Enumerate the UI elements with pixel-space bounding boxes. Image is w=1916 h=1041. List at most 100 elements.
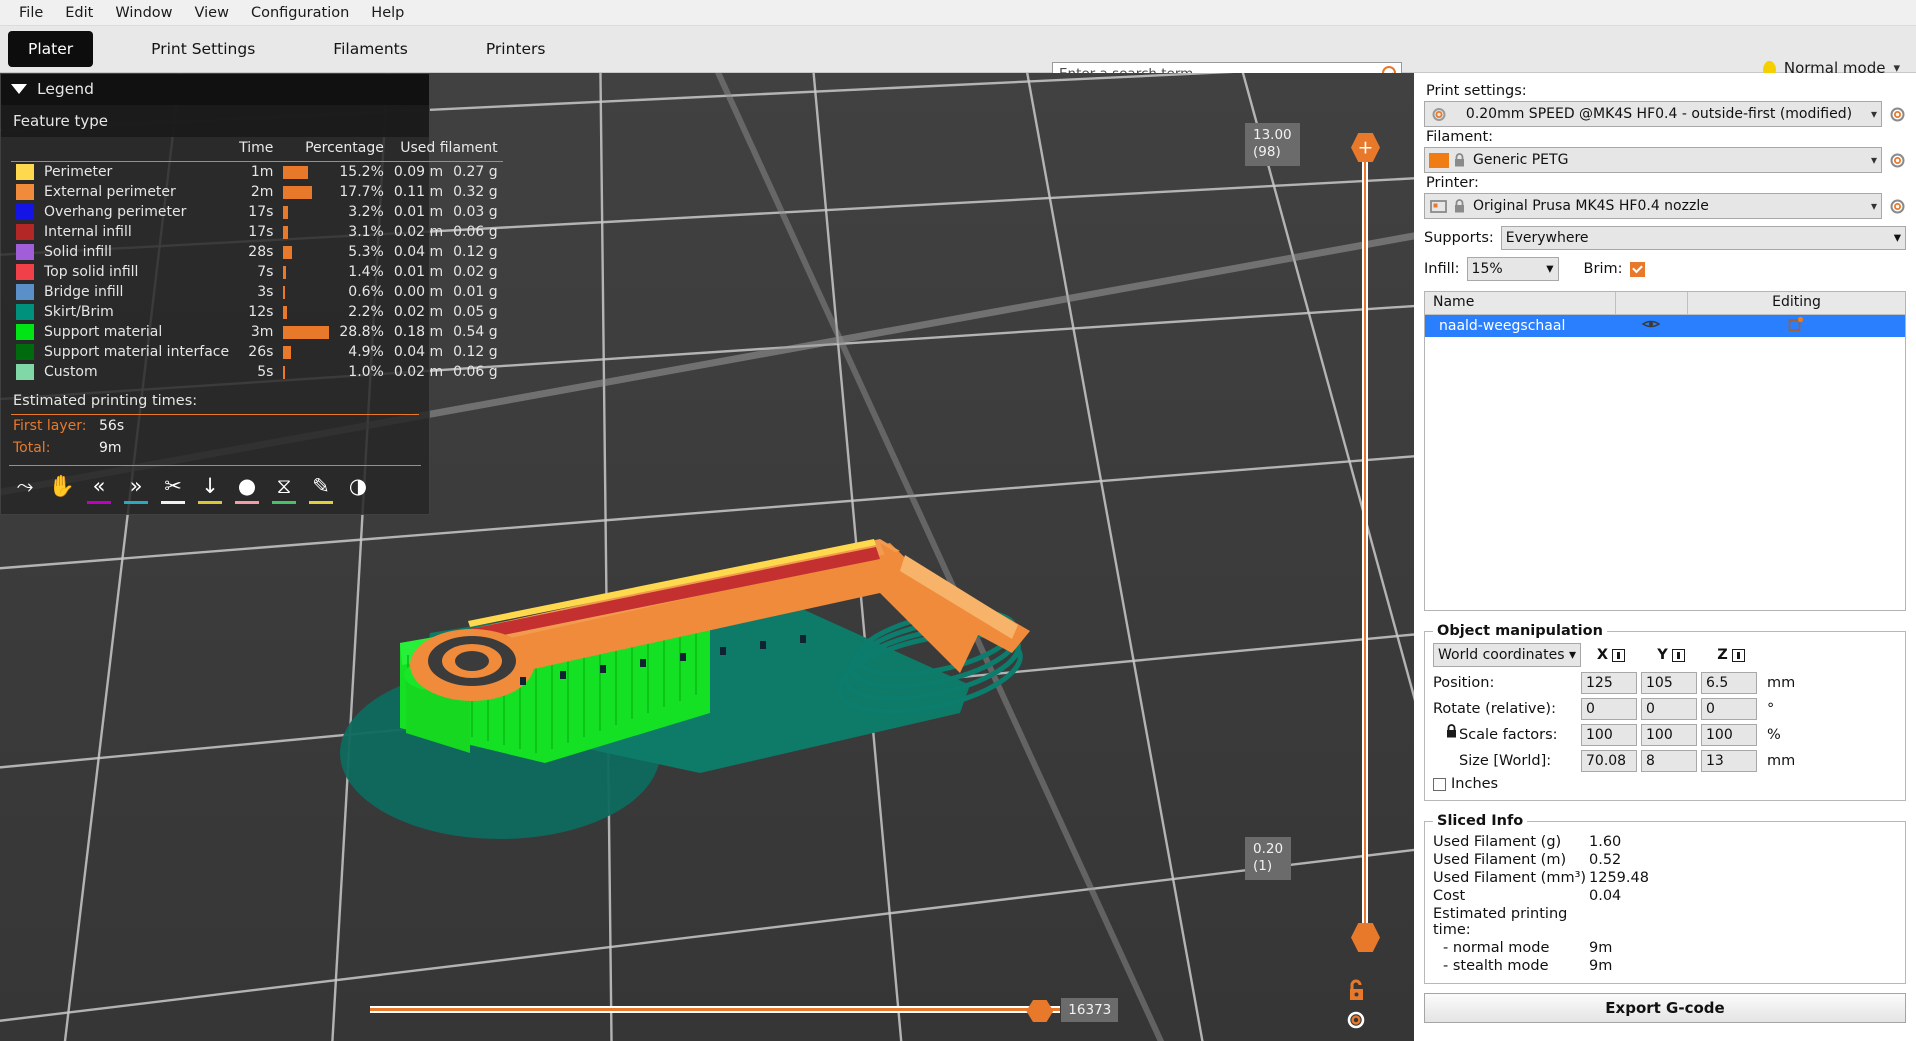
tab-filaments[interactable]: Filaments — [313, 31, 428, 67]
reset-z-icon[interactable] — [1731, 648, 1745, 662]
filament-edit-gear-icon[interactable] — [1889, 152, 1906, 169]
reset-x-icon[interactable] — [1612, 648, 1626, 662]
feature-name: Perimeter — [44, 164, 113, 180]
chevron-down-icon[interactable]: ▾ — [1865, 153, 1877, 167]
om-field-x[interactable] — [1581, 672, 1637, 694]
reset-y-icon[interactable] — [1671, 648, 1685, 662]
tab-plater[interactable]: Plater — [8, 31, 94, 67]
move-slider-track[interactable] — [370, 1006, 1060, 1013]
custom-gcodes-icon[interactable]: ⧖ — [270, 474, 298, 504]
brim-checkbox[interactable] — [1629, 261, 1645, 277]
feature-row[interactable]: Internal infill 17s 3.1% 0.02 m 0.06 g — [11, 222, 503, 242]
feature-percentage: 1.4% — [348, 264, 384, 280]
om-field-y[interactable] — [1641, 698, 1697, 720]
tool-changes-icon[interactable]: ✂ — [159, 474, 187, 504]
tab-print-settings[interactable]: Print Settings — [131, 31, 275, 67]
feature-bar — [278, 262, 334, 282]
printer-combo[interactable]: Original Prusa MK4S HF0.4 nozzle ▾ — [1424, 193, 1882, 219]
chevron-down-icon[interactable]: ▾ — [1865, 199, 1877, 213]
filament-value: Generic PETG — [1473, 152, 1569, 168]
menu-item-configuration[interactable]: Configuration — [240, 3, 360, 23]
legend-header[interactable]: Legend — [1, 74, 429, 105]
move-slider-thumb[interactable] — [1026, 1000, 1054, 1022]
eye-icon[interactable] — [1615, 318, 1687, 334]
om-field-y[interactable] — [1641, 750, 1697, 772]
sliced-info-key: Estimated printing time: — [1433, 906, 1568, 938]
unlock-icon[interactable] — [1344, 978, 1368, 1002]
feature-row[interactable]: External perimeter 2m 17.7% 0.11 m 0.32 g — [11, 182, 503, 202]
feature-color-swatch — [11, 302, 39, 322]
color-changes-icon[interactable]: ↓ — [196, 474, 224, 504]
object-list[interactable]: Name Editing naald-weegschaal — [1424, 291, 1906, 611]
deretractions-icon[interactable]: « — [85, 474, 113, 504]
export-gcode-button[interactable]: Export G-code — [1424, 993, 1906, 1023]
sliced-info-value: 0.04 — [1589, 888, 1622, 904]
menu-item-edit[interactable]: Edit — [54, 3, 104, 23]
feature-row[interactable]: Support material 3m 28.8% 0.18 m 0.54 g — [11, 322, 503, 342]
menu-item-view[interactable]: View — [184, 3, 240, 23]
layer-slider[interactable]: 13.00 (98) + 0.20 (1) — [1245, 105, 1385, 952]
printer-edit-gear-icon[interactable] — [1889, 198, 1906, 215]
chevron-down-icon[interactable]: ▾ — [1865, 107, 1877, 121]
feature-used-g: 0.06 g — [453, 364, 498, 380]
tool-marker-icon[interactable]: ◑ — [344, 474, 372, 504]
brim-label: Brim: — [1583, 261, 1623, 277]
feature-row[interactable]: Perimeter 1m 15.2% 0.09 m 0.27 g — [11, 162, 503, 183]
menu-item-file[interactable]: File — [8, 3, 54, 23]
collapse-triangle-icon[interactable] — [11, 84, 27, 94]
om-field-y[interactable] — [1641, 672, 1697, 694]
om-field-z[interactable] — [1701, 672, 1757, 694]
om-field-x[interactable] — [1581, 698, 1637, 720]
menu-item-help[interactable]: Help — [360, 3, 415, 23]
chevron-down-icon[interactable]: ▾ — [1569, 647, 1576, 663]
feature-row[interactable]: Support material interface 26s 4.9% 0.04 m 0… — [11, 342, 503, 362]
feature-row[interactable]: Bridge infill 3s 0.6% 0.00 m 0.01 g — [11, 282, 503, 302]
om-field-z[interactable] — [1701, 698, 1757, 720]
col-time: Time — [239, 140, 274, 156]
sliced-info-value: 1.60 — [1589, 834, 1622, 850]
seams-icon[interactable]: » — [122, 474, 150, 504]
inches-checkbox[interactable] — [1433, 777, 1446, 791]
tab-bar: PlaterPrint SettingsFilamentsPrinters No… — [0, 26, 1916, 86]
filament-combo[interactable]: Generic PETG ▾ — [1424, 147, 1882, 173]
total-value: 9m — [99, 440, 122, 456]
sliced-info-row: Used Filament (m) 0.52 — [1433, 851, 1897, 869]
om-row-label: Rotate (relative): — [1433, 701, 1556, 717]
menu-item-window[interactable]: Window — [104, 3, 183, 23]
tab-printers[interactable]: Printers — [466, 31, 566, 67]
shells-icon[interactable]: ✎ — [307, 474, 335, 504]
coordinate-space-combo[interactable]: World coordinates ▾ — [1433, 643, 1581, 667]
chevron-down-icon[interactable]: ▾ — [1546, 261, 1553, 277]
supports-combo[interactable]: Everywhere ▾ — [1500, 226, 1906, 250]
om-field-x[interactable] — [1581, 724, 1637, 746]
travel-paths-icon[interactable]: ⤳ — [11, 474, 39, 504]
om-field-z[interactable] — [1701, 724, 1757, 746]
feature-color-swatch — [11, 362, 39, 382]
om-row-size-world: Size [World]: mm — [1433, 750, 1897, 772]
feature-row[interactable]: Overhang perimeter 17s 3.2% 0.01 m 0.03 g — [11, 202, 503, 222]
infill-combo[interactable]: 15% ▾ — [1466, 257, 1559, 281]
print-settings-combo[interactable]: 0.20mm SPEED @MK4S HF0.4 - outside-first… — [1424, 101, 1882, 127]
layer-slider-upper-thumb[interactable]: + — [1351, 133, 1380, 162]
feature-row[interactable]: Custom 5s 1.0% 0.02 m 0.06 g — [11, 362, 503, 382]
layer-slider-settings-gear-icon[interactable] — [1344, 1008, 1368, 1032]
om-field-z[interactable] — [1701, 750, 1757, 772]
om-field-x[interactable] — [1581, 750, 1637, 772]
layer-slider-track[interactable] — [1362, 147, 1368, 947]
feature-time: 7s — [257, 264, 274, 280]
custom-gcodes-icon-glyph: ⧖ — [276, 474, 292, 498]
print-settings-edit-gear-icon[interactable] — [1889, 106, 1906, 123]
editing-icon[interactable] — [1687, 316, 1905, 336]
print-pauses-icon[interactable]: ● — [233, 474, 261, 504]
feature-row[interactable]: Skirt/Brim 12s 2.2% 0.02 m 0.05 g — [11, 302, 503, 322]
object-list-row[interactable]: naald-weegschaal — [1425, 315, 1905, 337]
printer-value: Original Prusa MK4S HF0.4 nozzle — [1473, 198, 1709, 214]
axis-label-x: X — [1596, 647, 1609, 663]
uniform-scale-lock-icon[interactable] — [1445, 724, 1458, 743]
feature-row[interactable]: Solid infill 28s 5.3% 0.04 m 0.12 g — [11, 242, 503, 262]
feature-row[interactable]: Top solid infill 7s 1.4% 0.01 m 0.02 g — [11, 262, 503, 282]
om-field-y[interactable] — [1641, 724, 1697, 746]
move-slider[interactable]: 16373 — [370, 998, 1119, 1022]
chevron-down-icon[interactable]: ▾ — [1894, 230, 1901, 246]
retractions-icon[interactable]: ✋ — [48, 474, 76, 504]
